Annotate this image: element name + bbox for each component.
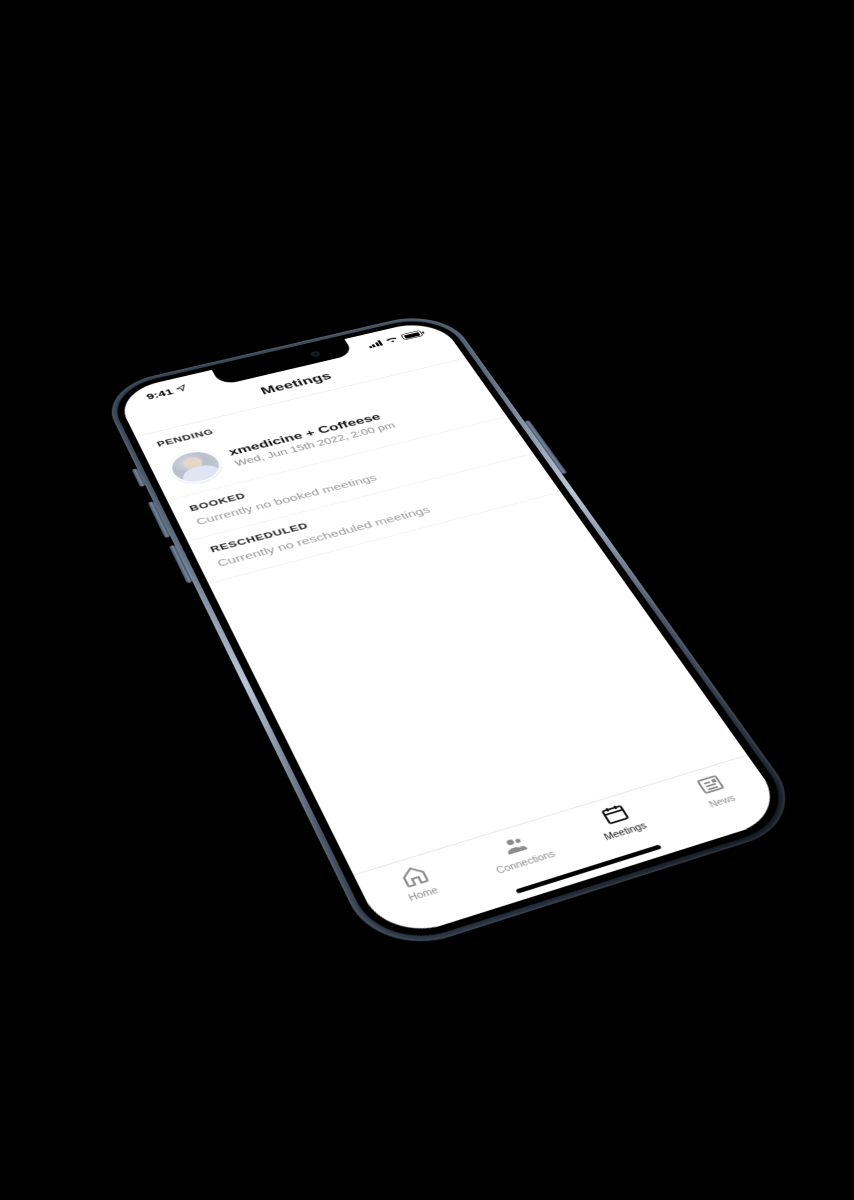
avatar xyxy=(164,446,227,487)
battery-icon xyxy=(400,330,423,340)
status-bar: 9:41 xyxy=(114,318,452,415)
empty-rescheduled-text: Currently no rescheduled meetings xyxy=(198,474,560,584)
notch xyxy=(212,339,354,385)
section-header-rescheduled: RESCHEDULED xyxy=(188,454,548,564)
phone-mockup: 9:41 xyxy=(114,318,791,943)
location-arrow-icon xyxy=(174,384,190,395)
power-button xyxy=(524,420,567,474)
meeting-info: xmedicine + Coffeese Wed, Jun 15th 2022,… xyxy=(227,389,484,468)
meeting-title: xmedicine + Coffeese xyxy=(227,389,477,459)
empty-booked-text: Currently no booked meetings xyxy=(178,436,534,542)
status-time: 9:41 xyxy=(145,387,175,402)
signal-icon xyxy=(366,340,383,348)
wifi-icon xyxy=(383,334,401,345)
meeting-datetime: Wed, Jun 15th 2022, 2:00 pm xyxy=(233,400,483,468)
